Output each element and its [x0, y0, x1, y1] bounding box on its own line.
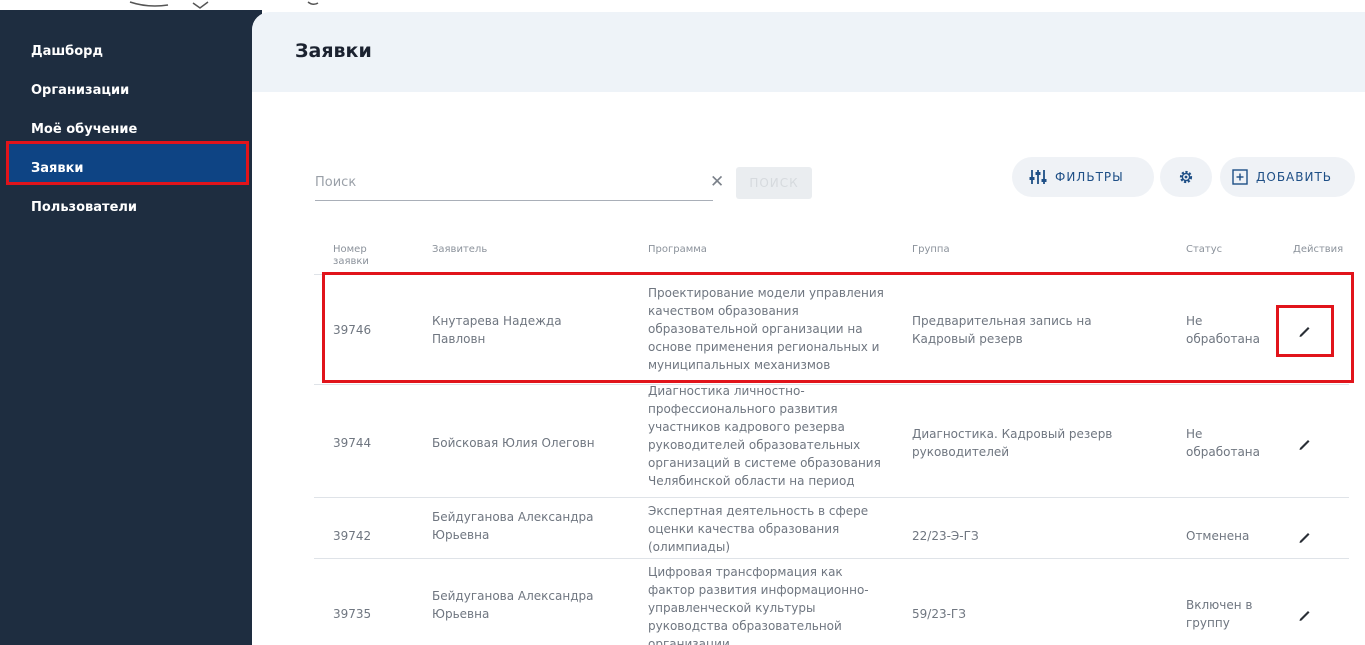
row-2-applicant: Бойсковая Юлия Олеговн: [432, 436, 595, 450]
page-title: Заявки: [295, 40, 372, 62]
row-4-status: Включен в группу: [1186, 598, 1253, 630]
row-3-number: 39742: [333, 529, 372, 543]
search-input[interactable]: [315, 169, 685, 195]
row-2-number: 39744: [333, 436, 372, 450]
edit-icon[interactable]: [1297, 435, 1313, 451]
sidebar-item-dashboard[interactable]: Дашборд: [31, 44, 103, 59]
sidebar-item-users[interactable]: Пользователи: [31, 200, 137, 215]
row-2-program: Диагностика личностно-профессионального …: [648, 384, 881, 488]
row-annotation-box: [322, 272, 1354, 383]
filters-label: ФИЛЬТРЫ: [1055, 170, 1124, 184]
row-divider: [314, 558, 1349, 559]
row-3-status: Отменена: [1186, 529, 1250, 543]
row-4-applicant: Бейдуганова Александра Юрьевна: [432, 589, 594, 621]
column-header-applicant[interactable]: Заявитель: [432, 244, 487, 256]
add-label: ДОБАВИТЬ: [1256, 170, 1333, 184]
sidebar: [0, 10, 262, 645]
search-button[interactable]: ПОИСК: [736, 167, 812, 199]
column-header-actions: Действия: [1293, 244, 1344, 255]
sidebar-item-organizations[interactable]: Организации: [31, 83, 129, 98]
add-button[interactable]: ДОБАВИТЬ: [1220, 157, 1355, 197]
filters-button[interactable]: ФИЛЬТРЫ: [1012, 157, 1154, 197]
action-annotation-box: [1276, 305, 1334, 357]
row-4-program: Цифровая трансформация как фактор развит…: [648, 565, 869, 645]
gear-icon: [1179, 170, 1193, 184]
page-header: Заявки: [252, 12, 1365, 92]
column-header-number[interactable]: Номер заявки: [333, 244, 381, 268]
app-root: Дашборд Организации Моё обучение Заявки …: [0, 0, 1365, 645]
top-scribble: [129, 1, 319, 9]
row-3-program: Экспертная деятельность в сфере оценки к…: [648, 504, 869, 554]
column-header-group[interactable]: Группа: [912, 244, 950, 256]
row-3-applicant: Бейдуганова Александра Юрьевна: [432, 510, 594, 542]
plus-box-icon: [1232, 169, 1248, 185]
search-field: [315, 165, 713, 201]
sidebar-item-requests[interactable]: Заявки: [31, 161, 84, 176]
column-header-program[interactable]: Программа: [648, 244, 707, 256]
row-4-group: 59/23-ГЗ: [912, 607, 966, 621]
settings-button[interactable]: [1160, 157, 1212, 197]
edit-icon[interactable]: [1297, 528, 1313, 544]
row-divider: [314, 497, 1349, 498]
row-3-group: 22/23-Э-ГЗ: [912, 529, 979, 543]
clear-search-icon[interactable]: ✕: [710, 172, 724, 192]
row-2-group: Диагностика. Кадровый резерв руководител…: [912, 427, 1113, 459]
row-2-status: Не обработана: [1186, 427, 1260, 459]
edit-icon[interactable]: [1297, 606, 1313, 622]
column-header-status[interactable]: Статус: [1186, 244, 1222, 256]
sidebar-item-my-learning[interactable]: Моё обучение: [31, 122, 137, 137]
row-4-number: 39735: [333, 607, 372, 621]
filter-sliders-icon: [1029, 170, 1047, 184]
